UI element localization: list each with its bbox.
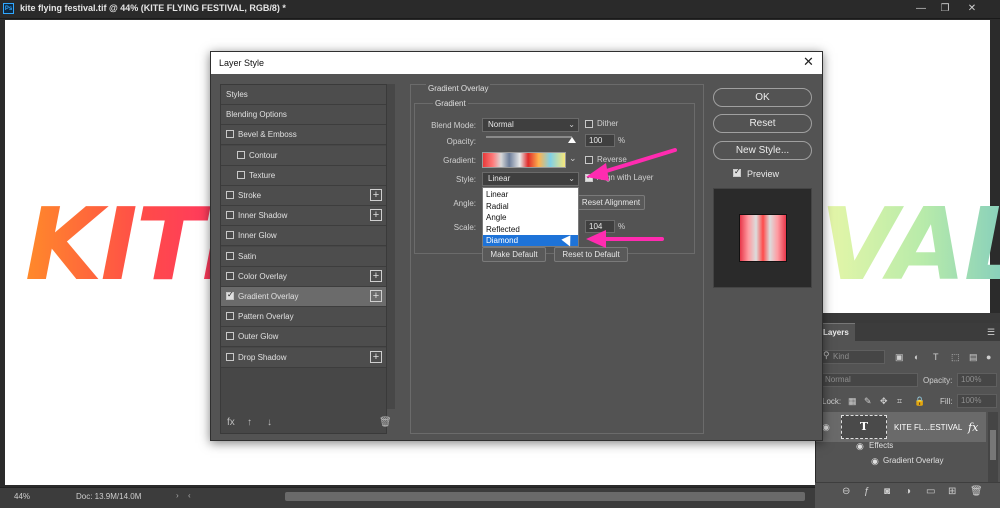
- annotation-arrows: [586, 148, 677, 248]
- annotation-arrow-to-style: [586, 148, 677, 181]
- annotation-arrow-to-diamond: [586, 230, 664, 248]
